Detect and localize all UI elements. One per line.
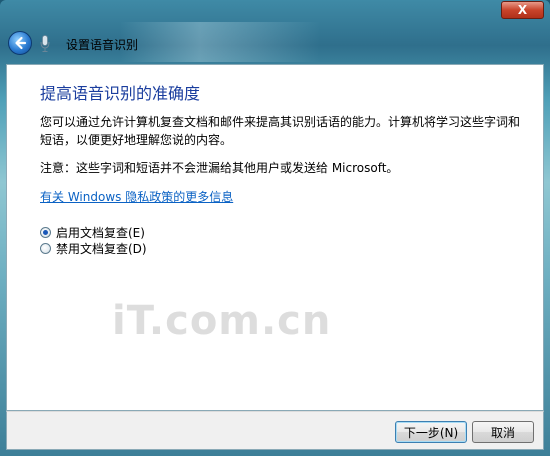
page-heading: 提高语音识别的准确度 xyxy=(40,84,201,103)
window-close-button[interactable]: X xyxy=(501,1,544,19)
privacy-note: 注意：这些字词和短语并不会泄漏给其他用户或发送给 Microsoft。 xyxy=(40,161,399,175)
content-panel: 提高语音识别的准确度 您可以通过允许计算机复查文档和邮件来提高其识别话语的能力。… xyxy=(6,64,544,411)
option-enable-label: 启用文档复查(E) xyxy=(56,226,145,240)
cancel-button[interactable]: 取消 xyxy=(472,421,534,443)
wizard-window: X 设置语音识别 提高语音识别的准确度 您可以通过允许计算机复查文档和邮件来提高… xyxy=(0,0,550,456)
next-button[interactable]: 下一步(N) xyxy=(395,421,467,443)
option-enable-review[interactable]: 启用文档复查(E) xyxy=(40,224,145,241)
watermark-logo: iT.com.cn xyxy=(112,298,342,368)
close-icon: X xyxy=(517,3,528,17)
microphone-icon xyxy=(40,35,50,52)
watermark-text: iT.com.cn xyxy=(112,298,332,344)
option-disable-label: 禁用文档复查(D) xyxy=(56,242,147,256)
wizard-title: 设置语音识别 xyxy=(66,38,139,52)
back-button[interactable] xyxy=(8,31,32,55)
radio-selected-dot xyxy=(43,230,48,235)
privacy-policy-link[interactable]: 有关 Windows 隐私政策的更多信息 xyxy=(40,188,233,205)
radio-enable-review[interactable] xyxy=(40,227,51,238)
page-description: 您可以通过允许计算机复查文档和邮件来提高其识别话语的能力。计算机将学习这些字词和… xyxy=(40,115,521,147)
option-disable-review[interactable]: 禁用文档复查(D) xyxy=(40,240,147,257)
back-arrow-icon xyxy=(15,36,27,50)
wizard-footer: 下一步(N) 取消 xyxy=(6,411,544,450)
radio-disable-review[interactable] xyxy=(40,243,51,254)
wizard-toolbar: 设置语音识别 xyxy=(0,26,550,62)
